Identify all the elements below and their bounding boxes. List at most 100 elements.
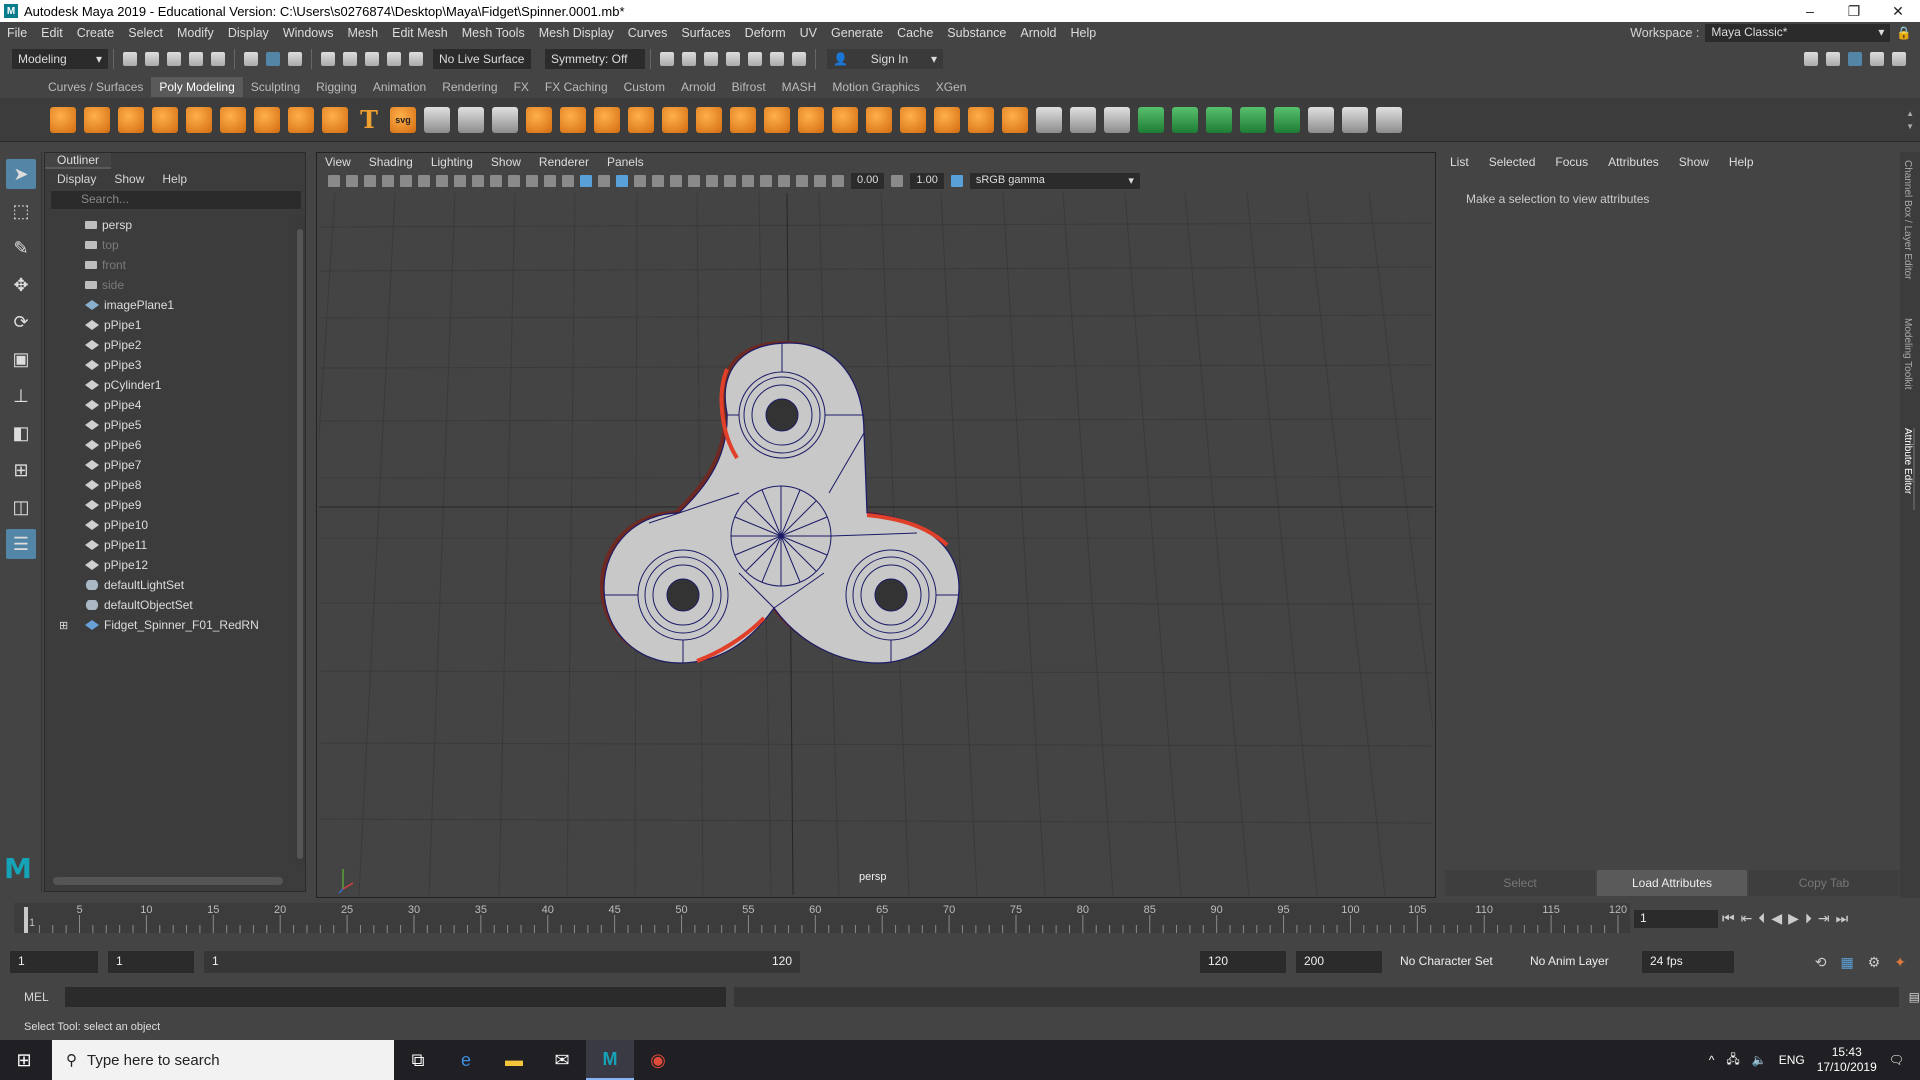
attr-menu-selected[interactable]: Selected <box>1489 155 1536 169</box>
menu-surfaces[interactable]: Surfaces <box>674 26 737 40</box>
redo-icon[interactable] <box>211 52 225 66</box>
exposure-icon[interactable] <box>832 175 844 187</box>
command-input[interactable] <box>64 987 726 1007</box>
shelf-tab-xgen[interactable]: XGen <box>928 77 975 97</box>
copy-tab-button[interactable]: Copy Tab <box>1749 870 1899 896</box>
poly-sphere-icon[interactable] <box>50 106 76 133</box>
tab-channel-box[interactable]: Channel Box / Layer Editor <box>1902 160 1913 310</box>
go-to-end-icon[interactable]: ⏭ <box>1836 910 1849 927</box>
viewport-menu-show[interactable]: Show <box>491 155 521 169</box>
shelf-tab-sculpting[interactable]: Sculpting <box>243 77 308 97</box>
grease-pencil-icon[interactable] <box>418 175 430 187</box>
outliner-item[interactable]: pPipe2 <box>45 335 291 355</box>
uv-cut-icon[interactable] <box>1274 106 1300 133</box>
shelf-tab-bifrost[interactable]: Bifrost <box>724 77 774 97</box>
outliner-item[interactable]: pPipe7 <box>45 455 291 475</box>
select-by-object-icon[interactable] <box>266 52 280 66</box>
outliner-item[interactable]: pPipe3 <box>45 355 291 375</box>
menu-mesh-tools[interactable]: Mesh Tools <box>455 26 532 40</box>
attr-menu-list[interactable]: List <box>1450 155 1469 169</box>
default-material-icon[interactable] <box>598 175 610 187</box>
circularize-icon[interactable] <box>934 106 960 133</box>
menu-edit-mesh[interactable]: Edit Mesh <box>385 26 455 40</box>
current-time-marker[interactable] <box>24 907 28 933</box>
viewport-menu-view[interactable]: View <box>325 155 351 169</box>
shelf-tab-custom[interactable]: Custom <box>616 77 673 97</box>
sign-in-button[interactable]: 👤 Sign In ▾ <box>827 49 943 69</box>
safe-title-icon[interactable] <box>544 175 556 187</box>
append-polygon-icon[interactable] <box>832 106 858 133</box>
edge-browser-icon[interactable]: e <box>442 1040 490 1080</box>
outliner-menu-display[interactable]: Display <box>57 172 96 186</box>
xray-components-icon[interactable] <box>814 175 826 187</box>
menu-cache[interactable]: Cache <box>890 26 940 40</box>
shelf-tab-poly-modeling[interactable]: Poly Modeling <box>151 77 243 97</box>
loop-icon[interactable]: ⟲ <box>1815 954 1827 971</box>
smooth-icon[interactable] <box>492 106 518 133</box>
outliner-item[interactable]: pCylinder1 <box>45 375 291 395</box>
merge-icon[interactable] <box>1002 106 1028 133</box>
shelf-tab-mash[interactable]: MASH <box>774 77 825 97</box>
outliner-item[interactable]: persp <box>45 215 291 235</box>
viewport-menu-panels[interactable]: Panels <box>607 155 644 169</box>
scale-tool-icon[interactable]: ▣ <box>6 344 36 374</box>
render-frame-icon[interactable] <box>682 52 696 66</box>
play-forward-icon[interactable]: ▶ <box>1788 910 1799 927</box>
character-set-dropdown[interactable]: No Character Set <box>1392 951 1512 973</box>
playback-settings-icon[interactable]: ⚙ <box>1868 954 1881 971</box>
textured-icon[interactable] <box>634 175 646 187</box>
motion-blur-icon[interactable] <box>706 175 718 187</box>
uv-unfold-icon[interactable] <box>1206 106 1232 133</box>
uv-automatic-icon[interactable] <box>1172 106 1198 133</box>
snap-grid-icon[interactable] <box>321 52 335 66</box>
wireframe-on-shaded-icon[interactable] <box>616 175 628 187</box>
hypershade-icon[interactable] <box>748 52 762 66</box>
extract-icon[interactable] <box>594 106 620 133</box>
image-plane-icon[interactable] <box>382 175 394 187</box>
outliner-menu-show[interactable]: Show <box>114 172 144 186</box>
outliner-search-input[interactable]: Search... <box>51 191 301 209</box>
outliner-item[interactable]: pPipe9 <box>45 495 291 515</box>
shelf-tab-rigging[interactable]: Rigging <box>308 77 365 97</box>
poly-disc-icon[interactable] <box>254 106 280 133</box>
menu-uv[interactable]: UV <box>793 26 824 40</box>
viewport-menu-renderer[interactable]: Renderer <box>539 155 589 169</box>
extrude-icon[interactable] <box>764 106 790 133</box>
attr-menu-focus[interactable]: Focus <box>1555 155 1588 169</box>
restore-button[interactable]: ❐ <box>1832 3 1876 20</box>
menu-substance[interactable]: Substance <box>940 26 1013 40</box>
color-management-icon[interactable] <box>950 175 963 187</box>
outliner-item[interactable]: front <box>45 255 291 275</box>
step-back-frame-icon[interactable]: ⏴ <box>1758 910 1765 927</box>
windows-start-icon[interactable]: ⊞ <box>0 1040 48 1080</box>
collapse-icon[interactable] <box>968 106 994 133</box>
menu-file[interactable]: File <box>0 26 34 40</box>
select-camera-icon[interactable] <box>328 175 340 187</box>
pause-icon[interactable] <box>792 52 806 66</box>
lock-icon[interactable]: 🔒 <box>1896 26 1912 41</box>
poly-cylinder-icon[interactable] <box>118 106 144 133</box>
taskbar-search-input[interactable]: ⚲ Type here to search <box>52 1040 394 1080</box>
step-forward-key-icon[interactable]: ⇥ <box>1818 910 1830 927</box>
step-forward-frame-icon[interactable]: ⏵ <box>1805 910 1812 927</box>
gamma-icon[interactable] <box>891 175 904 187</box>
bookmarks-icon[interactable] <box>364 175 376 187</box>
lasso-tool-icon[interactable]: ⬚ <box>6 196 36 226</box>
persp-outliner-layout-icon[interactable]: ◫ <box>6 492 36 522</box>
shelf-tab-rendering[interactable]: Rendering <box>434 77 505 97</box>
poly-torus-icon[interactable] <box>186 106 212 133</box>
poly-cone-icon[interactable] <box>152 106 178 133</box>
go-to-start-icon[interactable]: ⏮ <box>1722 910 1735 927</box>
select-by-component-icon[interactable] <box>288 52 302 66</box>
animation-end-field[interactable]: 200 <box>1296 951 1382 973</box>
outliner-horizontal-scrollbar[interactable] <box>53 877 283 885</box>
retopologize-icon[interactable] <box>696 106 722 133</box>
menu-set-dropdown[interactable]: Modeling ▾ <box>12 49 108 69</box>
outliner-item[interactable]: pPipe6 <box>45 435 291 455</box>
character-controls-toggle-icon[interactable] <box>1826 52 1840 66</box>
menu-mesh-display[interactable]: Mesh Display <box>532 26 621 40</box>
fps-dropdown[interactable]: 24 fps <box>1642 951 1734 973</box>
outliner-item[interactable]: pPipe5 <box>45 415 291 435</box>
menu-select[interactable]: Select <box>121 26 170 40</box>
fidget-spinner-mesh[interactable] <box>600 341 960 664</box>
